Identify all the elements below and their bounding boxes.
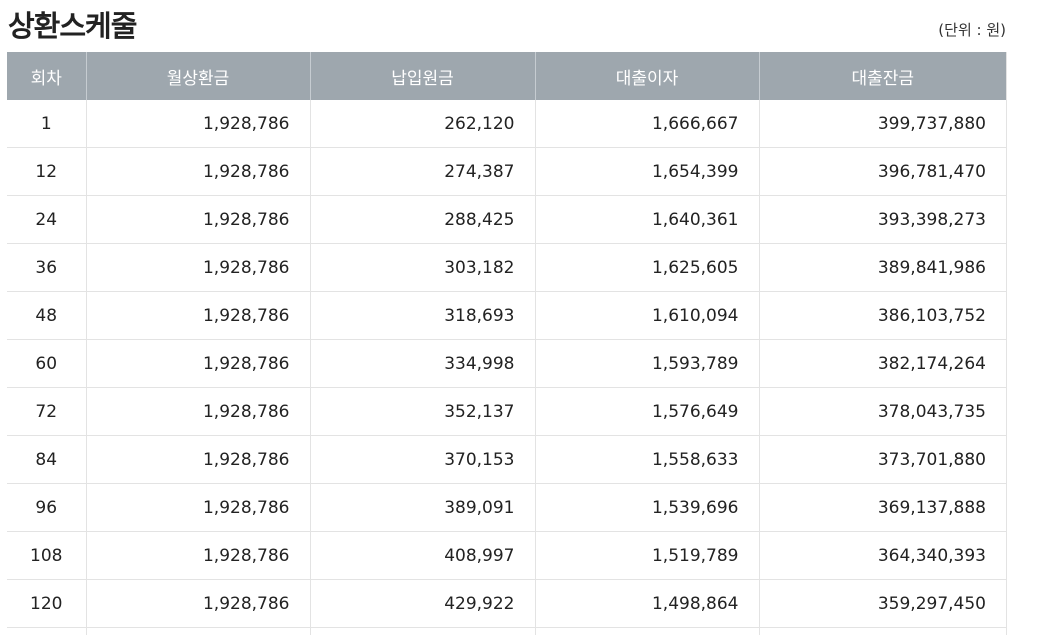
cell-monthly-payment: 1,928,786 — [85, 291, 310, 340]
cell-loan-balance: 389,841,986 — [758, 243, 1006, 292]
cell-loan-interest: 1,640,361 — [534, 195, 759, 244]
unit-note: (단위 : 원) — [938, 21, 1006, 39]
cell-loan-balance: 378,043,735 — [758, 387, 1006, 436]
cell-loan-interest: 1,625,605 — [534, 243, 759, 292]
page-title: 상환스케줄 — [8, 9, 137, 43]
cell-loan-interest: 1,593,789 — [534, 339, 759, 388]
cell-round: 12 — [7, 147, 86, 196]
cell-loan-interest: 1,519,789 — [534, 531, 759, 580]
cell-round: 96 — [7, 483, 86, 532]
table-row: 84 1,928,786 370,153 1,558,633 373,701,880 — [7, 435, 1006, 484]
header-principal-paid: 납입원금 — [309, 52, 535, 100]
cell-monthly-payment: 1,928,786 — [85, 100, 310, 148]
cell-principal-paid: 352,137 — [309, 387, 535, 436]
cell-principal-paid: 262,120 — [309, 100, 535, 148]
cell-round: 72 — [7, 387, 86, 436]
cell-loan-balance: 373,701,880 — [758, 435, 1006, 484]
cell-loan-balance: 382,174,264 — [758, 339, 1006, 388]
cell-round: 1 — [7, 100, 86, 148]
table-header-row: 회차 월상환금 납입원금 대출이자 대출잔금 — [7, 52, 1006, 100]
cell-loan-interest: 1,576,649 — [534, 387, 759, 436]
cell-principal-paid: 303,182 — [309, 243, 535, 292]
table-row: 24 1,928,786 288,425 1,640,361 393,398,273 — [7, 195, 1006, 244]
cell-loan-balance: 396,781,470 — [758, 147, 1006, 196]
cell-loan-balance: 399,737,880 — [758, 100, 1006, 148]
cell-round: 108 — [7, 531, 86, 580]
header-loan-interest: 대출이자 — [534, 52, 759, 100]
cell-round: 84 — [7, 435, 86, 484]
cell-loan-interest: 1,539,696 — [534, 483, 759, 532]
header-monthly-payment: 월상환금 — [85, 52, 310, 100]
cell-round: 24 — [7, 195, 86, 244]
cell-loan-balance: 359,297,450 — [758, 579, 1006, 628]
cell-round: 60 — [7, 339, 86, 388]
cell-loan-interest: 1,654,399 — [534, 147, 759, 196]
repayment-schedule-page: 상환스케줄 (단위 : 원) 회차 월상환금 납입원금 대출이자 대출잔금 11… — [0, 0, 1044, 635]
cell-loan-balance: 369,137,888 — [758, 483, 1006, 532]
cell-monthly-payment: 1,928,786 — [85, 435, 310, 484]
cell-round: 120 — [7, 579, 86, 628]
cell-principal-paid: 408,997 — [309, 531, 535, 580]
table-row: 1 1,928,786 262,120 1,666,667 399,737,880 — [7, 100, 1006, 148]
cell-monthly-payment: 1,928,786 — [85, 483, 310, 532]
cell-loan-balance: 386,103,752 — [758, 291, 1006, 340]
cell-round: 48 — [7, 291, 86, 340]
cell-principal-paid: 370,153 — [309, 435, 535, 484]
cell-monthly-payment: 1,928,786 — [85, 579, 310, 628]
table-row: 12 1,928,786 274,387 1,654,399 396,781,470 — [7, 147, 1006, 196]
table-row: 96 1,928,786 389,091 1,539,696 369,137,888 — [7, 483, 1006, 532]
table-row: 72 1,928,786 352,137 1,576,649 378,043,735 — [7, 387, 1006, 436]
cell-loan-balance: 393,398,273 — [758, 195, 1006, 244]
repayment-schedule-table: 회차 월상환금 납입원금 대출이자 대출잔금 1 1,928,786 262,120… — [7, 52, 1006, 635]
table-row: 60 1,928,786 334,998 1,593,789 382,174,264 — [7, 339, 1006, 388]
cell-principal-paid: 274,387 — [309, 147, 535, 196]
cell-loan-interest: 1,498,864 — [534, 579, 759, 628]
cell-principal-paid: 389,091 — [309, 483, 535, 532]
table-right-border — [1006, 52, 1007, 635]
table-body: 1 1,928,786 262,120 1,666,667 399,737,880 12 1… — [7, 100, 1006, 635]
cell-monthly-payment: 1,928,786 — [85, 339, 310, 388]
cell-principal-paid: 334,998 — [309, 339, 535, 388]
cell-monthly-payment: 1,928,786 — [85, 147, 310, 196]
table-row: 36 1,928,786 303,182 1,625,605 389,841,986 — [7, 243, 1006, 292]
table-row: 108 1,928,786 408,997 1,519,789 364,340,393 — [7, 531, 1006, 580]
table-row-partial — [7, 627, 1006, 635]
cell-loan-interest: 1,558,633 — [534, 435, 759, 484]
cell-monthly-payment: 1,928,786 — [85, 531, 310, 580]
header-loan-balance: 대출잔금 — [758, 52, 1006, 100]
table-row: 120 1,928,786 429,922 1,498,864 359,297,450 — [7, 579, 1006, 628]
cell-round: 36 — [7, 243, 86, 292]
cell-monthly-payment: 1,928,786 — [85, 243, 310, 292]
header-round: 회차 — [7, 52, 86, 100]
cell-principal-paid: 429,922 — [309, 579, 535, 628]
cell-principal-paid: 318,693 — [309, 291, 535, 340]
cell-loan-interest: 1,666,667 — [534, 100, 759, 148]
cell-loan-interest: 1,610,094 — [534, 291, 759, 340]
cell-principal-paid: 288,425 — [309, 195, 535, 244]
cell-loan-balance: 364,340,393 — [758, 531, 1006, 580]
cell-monthly-payment: 1,928,786 — [85, 195, 310, 244]
cell-monthly-payment: 1,928,786 — [85, 387, 310, 436]
table-row: 48 1,928,786 318,693 1,610,094 386,103,752 — [7, 291, 1006, 340]
